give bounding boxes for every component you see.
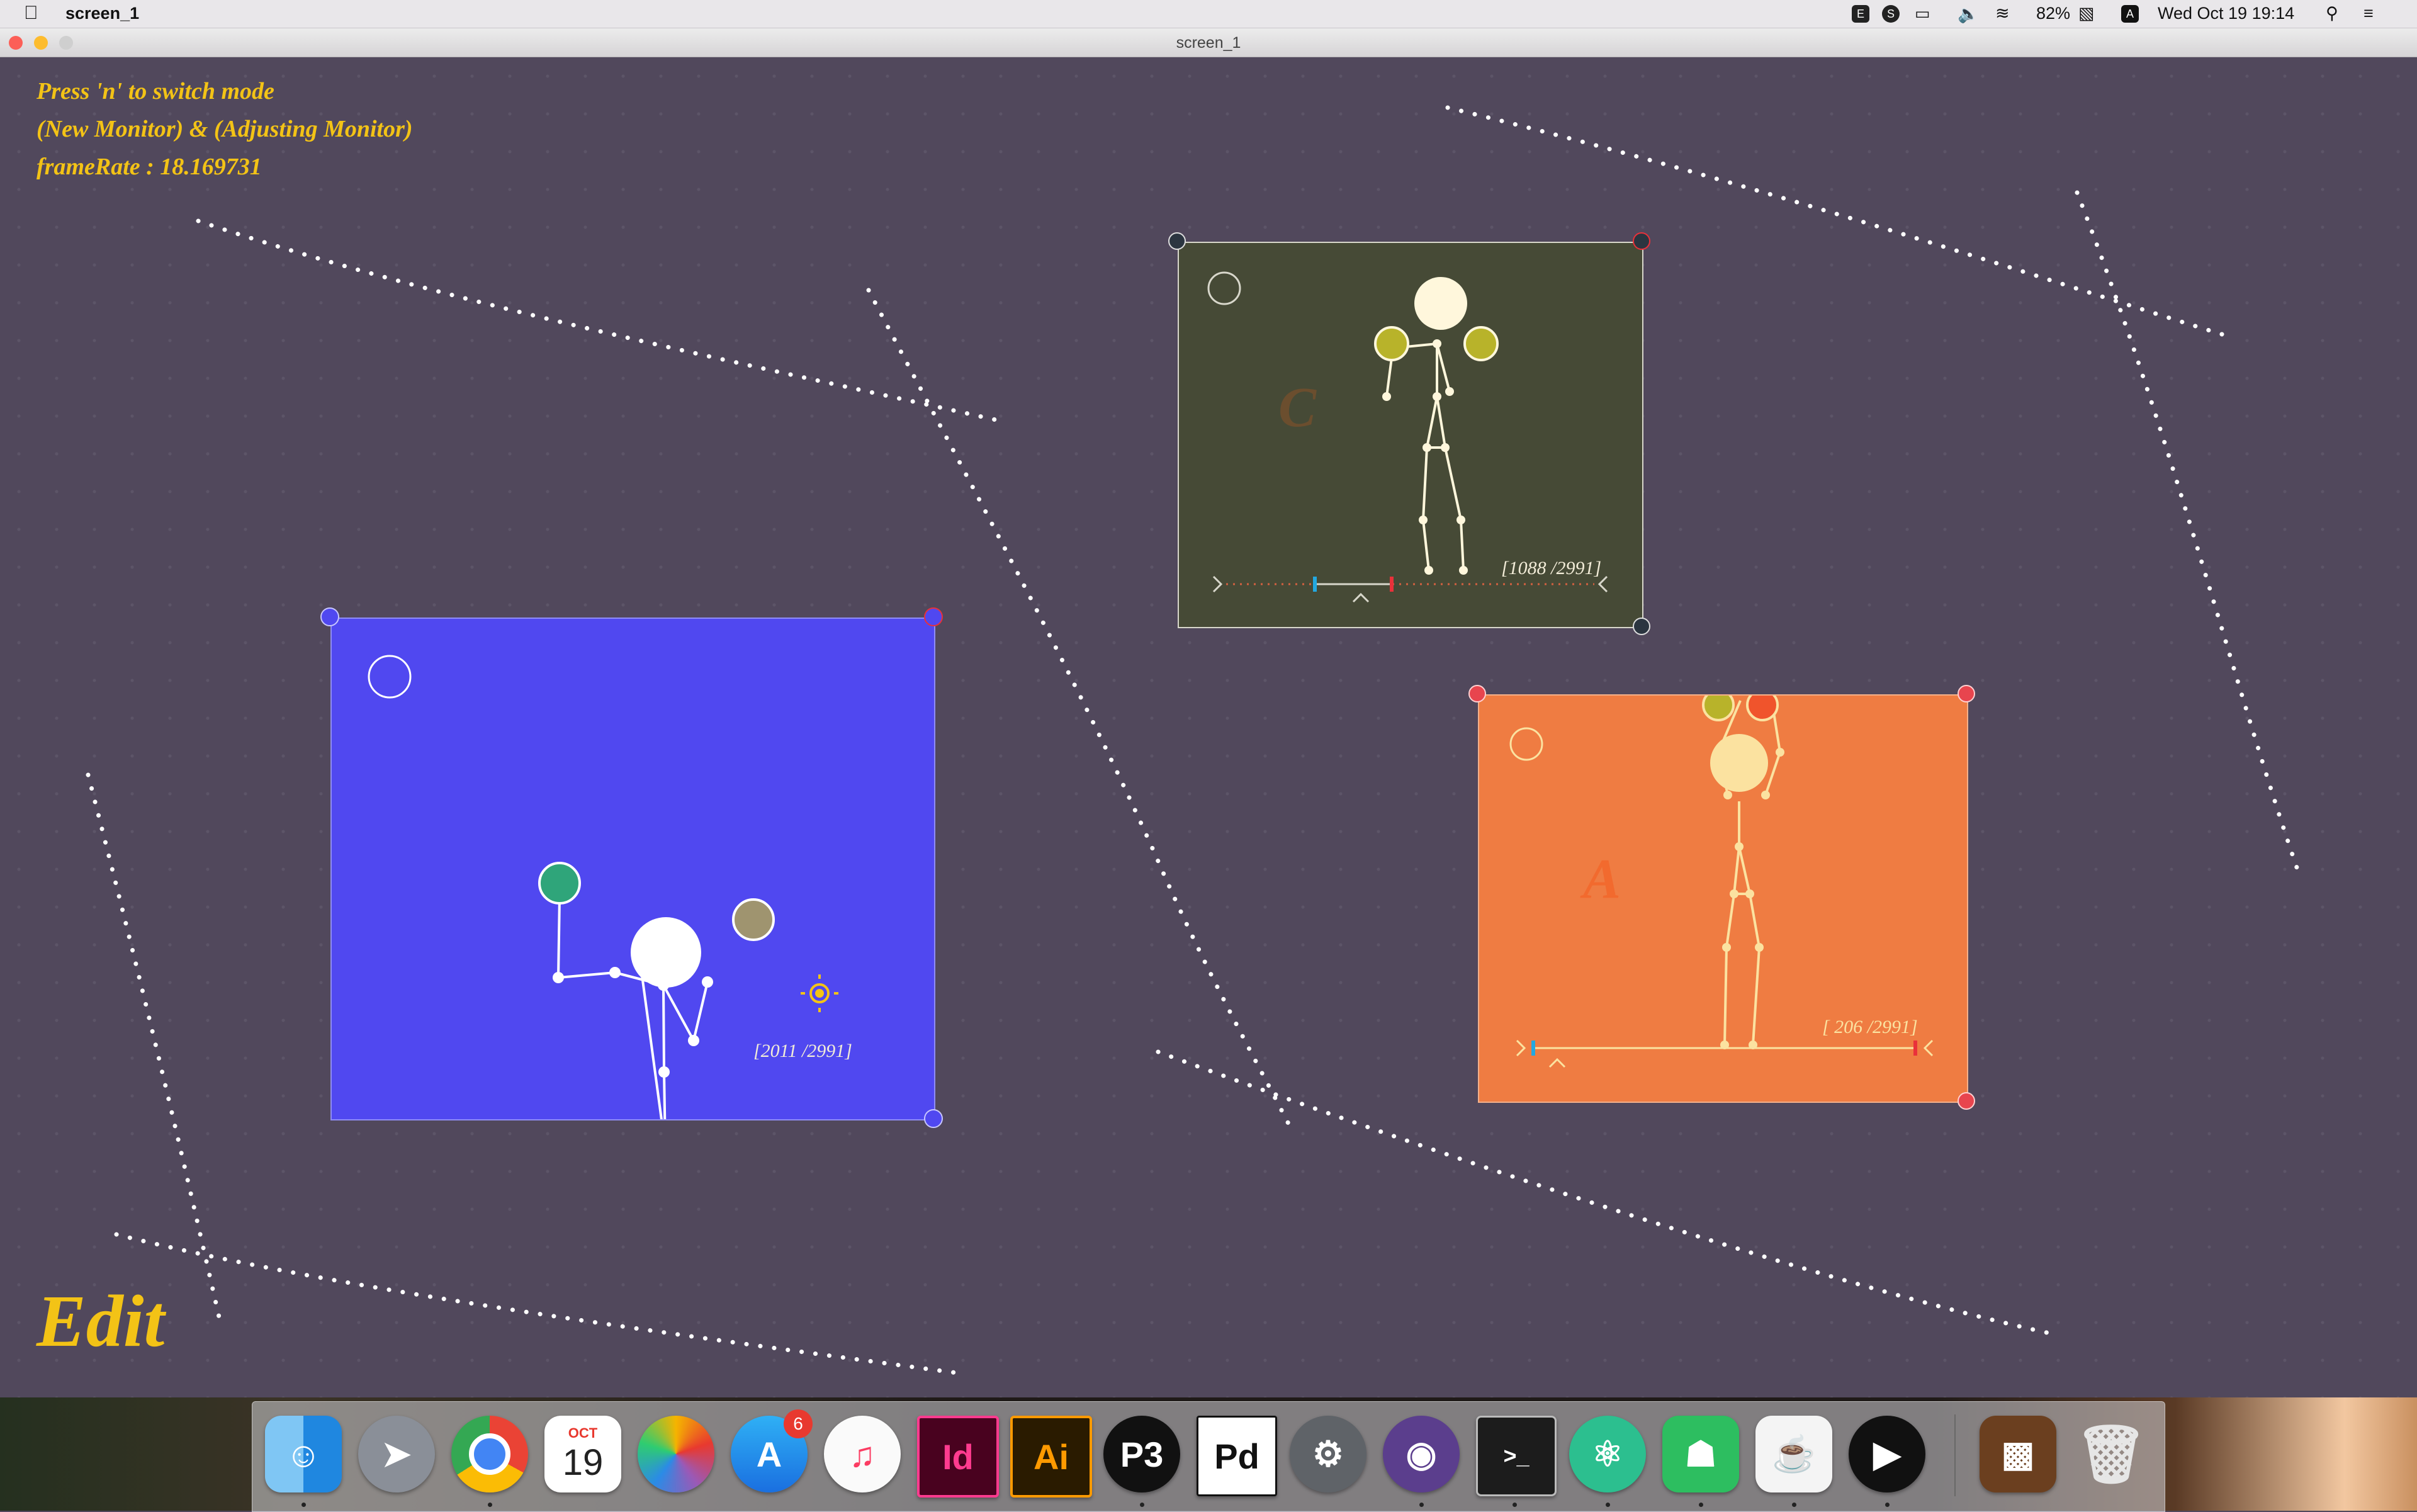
archive-utility-icon[interactable]: ▩ [1980, 1416, 2056, 1492]
running-indicator [1699, 1503, 1703, 1507]
dock: ☺ ➤ OCT 19 A6 ♫ Id Ai P3 Pd ⚙ ◉ >_ ⚛ ☗ ☕… [252, 1401, 2165, 1512]
notification-center-icon[interactable]: ≡ [2363, 4, 2374, 23]
monitor-green[interactable]: C [1088 /2991] [1178, 242, 1643, 628]
system-preferences-icon[interactable]: ⚙ [1290, 1416, 1366, 1492]
mode-label: Edit [37, 1280, 165, 1362]
running-indicator [1513, 1503, 1517, 1507]
finder-icon[interactable]: ☺ [265, 1416, 342, 1492]
volume-icon[interactable]: 🔈 [1958, 4, 1979, 24]
airplay-icon[interactable]: ▭ [1915, 4, 1930, 23]
running-indicator [1792, 1503, 1796, 1507]
processing-icon[interactable]: P3 [1103, 1416, 1180, 1492]
trail-1 [196, 218, 1010, 425]
running-indicator [1606, 1503, 1610, 1507]
launchpad-icon[interactable]: ➤ [358, 1416, 435, 1492]
running-indicator [488, 1503, 492, 1507]
puredata-icon[interactable]: Pd [1197, 1416, 1277, 1496]
monitor-letter: C [1278, 376, 1317, 439]
hand-marker-tan [732, 898, 775, 941]
menubar-clock[interactable]: Wed Oct 19 19:14 [2158, 4, 2294, 23]
apple-menu-icon[interactable]:  [24, 3, 38, 24]
window-title-bar: screen_1 [0, 28, 2417, 57]
frame-counter: [1088 /2991] [1501, 558, 1602, 578]
battery-icon[interactable]: ▧ [2078, 4, 2095, 23]
trail-6 [114, 1232, 959, 1375]
monitor-letter: A [1583, 848, 1621, 910]
chrome-icon[interactable] [451, 1416, 528, 1492]
indesign-icon[interactable]: Id [917, 1416, 999, 1498]
monitor-blue[interactable]: [2011 /2991] [330, 618, 935, 1120]
dock-separator [1954, 1414, 1956, 1496]
evernote-status-icon[interactable]: E [1852, 5, 1869, 23]
frame-counter: [ 206 /2991] [1822, 1017, 1918, 1037]
battery-percent[interactable]: 82% [2036, 4, 2070, 23]
running-indicator [1885, 1503, 1890, 1507]
evernote-icon[interactable]: ☗ [1662, 1416, 1739, 1492]
github-desktop-icon[interactable]: ◉ [1383, 1416, 1460, 1492]
window-title: screen_1 [1176, 34, 1241, 52]
sun-icon [801, 974, 838, 1012]
monitor-orange[interactable]: A [ 206 /2991] [1478, 694, 1968, 1103]
wifi-icon[interactable]: ≋ [1995, 4, 2010, 23]
calendar-day: 19 [562, 1441, 604, 1483]
terminal-icon[interactable]: >_ [1476, 1416, 1557, 1496]
calendar-icon[interactable]: OCT 19 [544, 1416, 621, 1492]
hand-marker-green [538, 862, 581, 905]
quicktime-player-icon[interactable]: ▶ [1849, 1416, 1925, 1492]
skype-status-icon[interactable]: S [1882, 5, 1900, 23]
running-indicator [1140, 1503, 1144, 1507]
atom-icon[interactable]: ⚛ [1569, 1416, 1646, 1492]
frame-counter: [2011 /2991] [753, 1041, 852, 1061]
photos-icon[interactable] [638, 1416, 714, 1492]
trash-icon[interactable]: 🗑 [2073, 1416, 2149, 1492]
calendar-month: OCT [568, 1425, 598, 1441]
itunes-icon[interactable]: ♫ [824, 1416, 901, 1492]
stick-figure-orange [1509, 696, 1934, 1068]
running-indicator [1419, 1503, 1424, 1507]
app-store-icon[interactable]: A6 [731, 1409, 813, 1492]
illustrator-icon[interactable]: Ai [1010, 1416, 1092, 1498]
trail-5 [86, 772, 223, 1325]
menu-bar:  screen_1 E S ▭ 🔈 ≋ 82% ▧ A Wed Oct 19 … [0, 0, 2417, 28]
running-indicator [301, 1503, 306, 1507]
app-menu-name[interactable]: screen_1 [65, 4, 139, 23]
sketch-canvas[interactable]: Press 'n' to switch mode (New Monitor) &… [0, 57, 2417, 1417]
spotlight-search-icon[interactable]: ⚲ [2326, 4, 2338, 23]
java-icon[interactable]: ☕ [1755, 1416, 1832, 1492]
input-source-indicator[interactable]: A [2121, 5, 2139, 23]
notification-badge: 6 [784, 1409, 813, 1438]
trail-4 [2075, 190, 2300, 872]
